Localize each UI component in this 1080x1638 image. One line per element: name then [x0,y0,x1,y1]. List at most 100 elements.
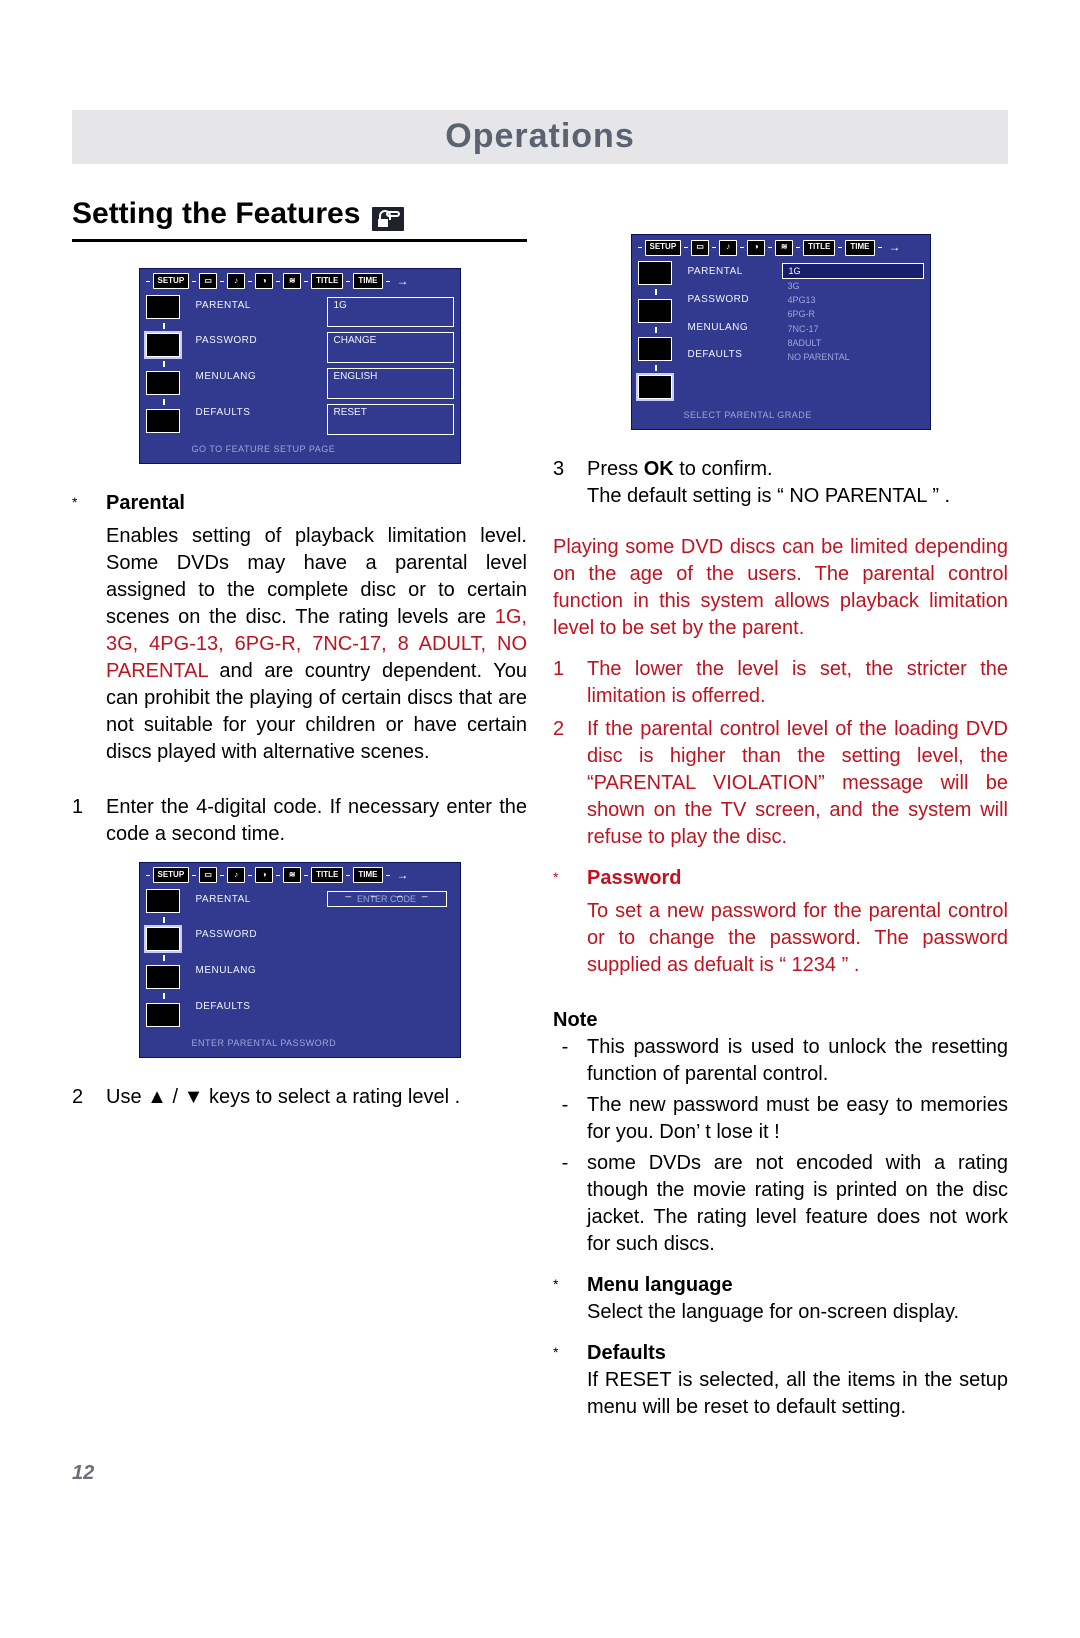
grade-3g: 3G [782,279,924,293]
audio-icon [146,927,180,951]
note-2: The new password must be easy to memorie… [587,1092,1008,1146]
chevron-right-icon: → [885,240,905,256]
step-1-text: Enter the 4-digital code. If necessary e… [106,794,527,848]
page-number: 12 [72,1460,94,1487]
row-parental-label: PARENTAL [192,297,319,328]
tab-title: TITLE [311,273,343,289]
section-heading: Setting the Features [72,194,527,242]
eq-icon: ≋ [283,867,301,883]
tv-icon: ▭ [691,240,709,256]
dash: - [553,1092,577,1146]
lock-small-icon [146,409,180,433]
up-arrow-icon: ▲ [147,1086,167,1108]
enter-code-field: ____ ENTER CODE [327,891,447,907]
dolby-icon: ◑ [255,273,273,289]
bullet-defaults-title: Defaults [587,1340,1008,1367]
tab-title: TITLE [803,240,835,256]
row-defaults-label: DEFAULTS [684,346,774,369]
row-password-label: PASSWORD [192,332,319,363]
row-parental-label: PARENTAL [192,891,319,922]
step-3-line1: Press OK to confirm. [587,456,950,483]
tab-bar: SETUP ▭ ♪ ◑ ≋ TITLE TIME → [140,269,460,291]
step-3-number: 3 [553,456,577,510]
tab-time: TIME [845,240,874,256]
row-parental-label: PARENTAL [684,263,774,286]
screenshot-grade-select: SETUP ▭ ♪ ◑ ≋ TITLE TIME → [631,234,931,430]
step-2-number: 2 [72,1084,96,1111]
monitor-icon [146,295,180,319]
chevron-right-icon: → [393,273,413,289]
grade-4pg13: 4PG13 [782,293,924,307]
banner-title: Operations [445,114,634,160]
clapper-icon [146,371,180,395]
step-3-line2: The default setting is “ NO PARENTAL ” . [587,483,950,510]
step-2-text: Use ▲ / ▼ keys to select a rating level … [106,1084,460,1111]
screenshot-feature-setup: SETUP ▭ ♪ ◑ ≋ TITLE TIME → [139,268,461,464]
bullet-parental-title: Parental [106,490,527,517]
screen-footer: SELECT PARENTAL GRADE [632,403,930,423]
bullet-menulang-title: Menu language [587,1272,959,1299]
lock-small-icon [638,375,672,399]
note-3: some DVDs are not encoded with a rating … [587,1150,1008,1258]
bullet-asterisk: * [553,1272,577,1326]
bullet-asterisk: * [553,1340,577,1421]
row-defaults-value: RESET [327,404,454,435]
dash: - [553,1034,577,1088]
grade-1g: 1G [782,263,924,279]
lock-icon [370,205,406,233]
red-2-text: If the parental control level of the loa… [587,716,1008,851]
red-2-num: 2 [553,716,577,851]
tv-icon: ▭ [199,273,217,289]
grade-7nc17: 7NC-17 [782,322,924,336]
grade-6pgr: 6PG-R [782,307,924,321]
header-banner: Operations [72,110,1008,164]
dolby-icon: ◑ [255,867,273,883]
screen-footer: GO TO FEATURE SETUP PAGE [140,437,460,457]
speaker-icon: ♪ [227,273,245,289]
note-title: Note [553,1007,1008,1034]
row-password-label: PASSWORD [192,926,319,957]
monitor-icon [638,261,672,285]
bullet-parental-body: Enables setting of playback limitation l… [106,523,527,766]
tab-title: TITLE [311,867,343,883]
parental-explainer: Playing some DVD discs can be limited de… [553,534,1008,642]
down-arrow-icon: ▼ [184,1086,204,1108]
screen-footer: ENTER PARENTAL PASSWORD [140,1031,460,1051]
note-1: This password is used to unlock the rese… [587,1034,1008,1088]
row-menulang-value: ENGLISH [327,368,454,399]
clapper-icon [638,337,672,361]
row-password-label: PASSWORD [684,291,774,314]
clapper-icon [146,965,180,989]
monitor-icon [146,889,180,913]
row-password-value: CHANGE [327,332,454,363]
tab-setup: SETUP [153,273,190,289]
eq-icon: ≋ [775,240,793,256]
bullet-menulang-body: Select the language for on-screen displa… [587,1299,959,1326]
grade-8adult: 8ADULT [782,336,924,350]
chevron-right-icon: → [393,867,413,883]
bullet-password-body: To set a new password for the parental c… [587,898,1008,979]
dash: - [553,1150,577,1258]
row-menulang-label: MENULANG [192,962,319,993]
lock-small-icon [146,1003,180,1027]
audio-icon [146,333,180,357]
tab-setup: SETUP [645,240,682,256]
tv-icon: ▭ [199,867,217,883]
row-defaults-label: DEFAULTS [192,998,319,1029]
row-menulang-label: MENULANG [192,368,319,399]
bullet-asterisk: * [72,490,96,780]
grade-noparental: NO PARENTAL [782,350,924,364]
section-title: Setting the Features [72,194,360,235]
row-parental-value: 1G [327,297,454,328]
dolby-icon: ◑ [747,240,765,256]
red-1-text: The lower the level is set, the stricter… [587,656,1008,710]
tab-setup: SETUP [153,867,190,883]
row-defaults-label: DEFAULTS [192,404,319,435]
side-icon-column [140,291,186,437]
tab-time: TIME [353,867,382,883]
speaker-icon: ♪ [719,240,737,256]
eq-icon: ≋ [283,273,301,289]
step-1-number: 1 [72,794,96,848]
row-menulang-label: MENULANG [684,319,774,342]
tab-time: TIME [353,273,382,289]
